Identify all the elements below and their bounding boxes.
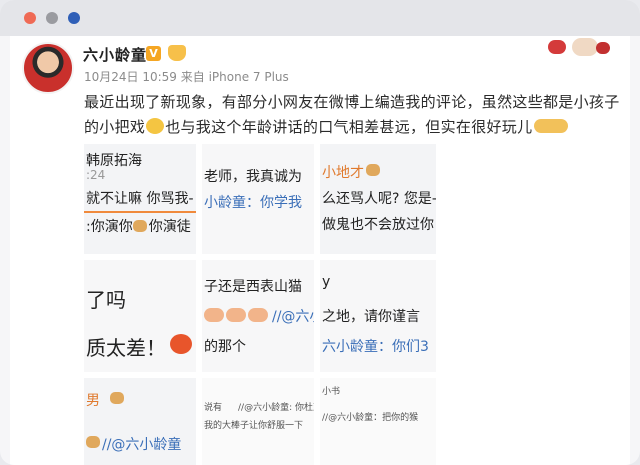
tile-8-text-1b: //@六小龄童: 你杜对 [238,403,314,413]
image-tile-3[interactable]: 小地才 么还骂人呢? 您是- 做鬼也不会放过你 [320,144,436,254]
image-tile-7[interactable]: 男 //@六小龄童 [84,378,196,465]
weibo-post-card: 六小龄童 V 10月24日 10:59 来自 iPhone 7 Plus 最近出… [10,36,630,465]
image-tile-1[interactable]: 韩原拓海 :24 就不让嘛 你骂我- :你演你 你演徒 [84,144,196,254]
tile-4-text-1: 了吗 [86,288,126,312]
squirrel-emoji-icon [132,220,147,232]
tile-8-text-1: 说有 [204,403,223,413]
tile-1-text-2: :你演你 你演徒 [86,216,191,236]
tile-4-text-2: 质太差！ [86,336,166,360]
tile-5-text-3: 的那个 [204,339,246,355]
maximize-window-button[interactable] [68,12,80,24]
tile-1-time: :24 [86,168,106,182]
tile-1-text-2a: :你演你 [86,219,133,235]
post-text-part-a: 的小把戏 [84,118,146,136]
squirrel-emoji-icon [86,436,100,448]
image-tile-9[interactable]: 小书 //@六小龄童：把你的猴 [320,378,436,465]
tile-6-text-1: y [322,274,331,290]
emoji-icon [226,308,246,322]
image-tile-5[interactable]: 子还是西表山猫 //@六小 的那个 [202,260,314,372]
verified-badge-icon: V [146,46,161,61]
image-grid: 韩原拓海 :24 就不让嘛 你骂我- :你演你 你演徒 老师，我真诚为 小龄童：你… [84,144,444,465]
thumbs-up-emoji-icon [534,119,569,133]
tile-2-text-2: 小龄童：你学我 [204,195,302,211]
tile-3-text-1: 么还骂人呢? 您是- [322,191,436,207]
tile-1-username: 韩原拓海 [86,153,142,169]
vip-crown-icon [168,45,186,61]
tile-9-text-2: //@六小龄童：把你的猴 [322,413,419,423]
tile-6-text-3: 六小龄童：你们3 [322,339,429,355]
tile-6-text-2: 之地，请你谨言 [322,309,420,325]
emoji-icon [248,308,268,322]
tile-1-text-1: 就不让嘛 你骂我- [86,191,194,207]
image-tile-6[interactable]: y 之地，请你谨言 六小龄童：你们3 [320,260,436,372]
fire-emoji-icon [110,392,124,404]
tile-9-text-1: 小书 [322,387,341,397]
post-meta: 10月24日 10:59 来自 iPhone 7 Plus [84,70,289,84]
tile-8-text-2: 我的大棒子让你舒服一下 [204,421,304,431]
post-username[interactable]: 六小龄童 [83,44,147,65]
tile-1-text-2b: 你演徒 [148,219,191,235]
orange-underline [84,211,196,213]
avatar[interactable] [22,42,74,94]
tile-7-text-1: //@六小龄童 [102,437,182,453]
tile-2-text-1: 老师，我真诚为 [204,169,302,185]
tile-3-text-2: 做鬼也不会放过你 [322,217,434,233]
post-text: 最近出现了新现象，有部分小网友在微博上编造我的评论，虽然这些都是小孩子 的小把戏… [84,90,620,140]
post-text-part-b: 也与我这个年龄讲话的口气相差甚远，但实在很好玩儿 [165,118,533,136]
close-window-button[interactable] [24,12,36,24]
decorative-sticker-icon [540,36,616,58]
tile-5-text-1: 子还是西表山猫 [204,279,302,295]
tile-3-username: 小地才 [322,165,364,181]
tile-5-text-2: //@六小 [272,309,314,325]
image-tile-4[interactable]: 了吗 质太差！ [84,260,196,372]
grin-emoji-icon [146,118,165,134]
app-window: 六小龄童 V 10月24日 10:59 来自 iPhone 7 Plus 最近出… [0,0,640,465]
post-text-line-2: 的小把戏 也与我这个年龄讲话的口气相差甚远，但实在很好玩儿 [84,115,620,140]
tile-7-username: 男 [86,393,100,409]
image-tile-2[interactable]: 老师，我真诚为 小龄童：你学我 [202,144,314,254]
angry-face-emoji-icon [170,334,192,354]
post-text-line-1: 最近出现了新现象，有部分小网友在微博上编造我的评论，虽然这些都是小孩子 [84,93,620,111]
minimize-window-button[interactable] [46,12,58,24]
fire-emoji-icon [366,164,380,176]
image-tile-8[interactable]: 说有 //@六小龄童: 你杜对 我的大棒子让你舒服一下 [202,378,314,465]
title-bar [0,0,640,36]
emoji-icon [204,308,224,322]
